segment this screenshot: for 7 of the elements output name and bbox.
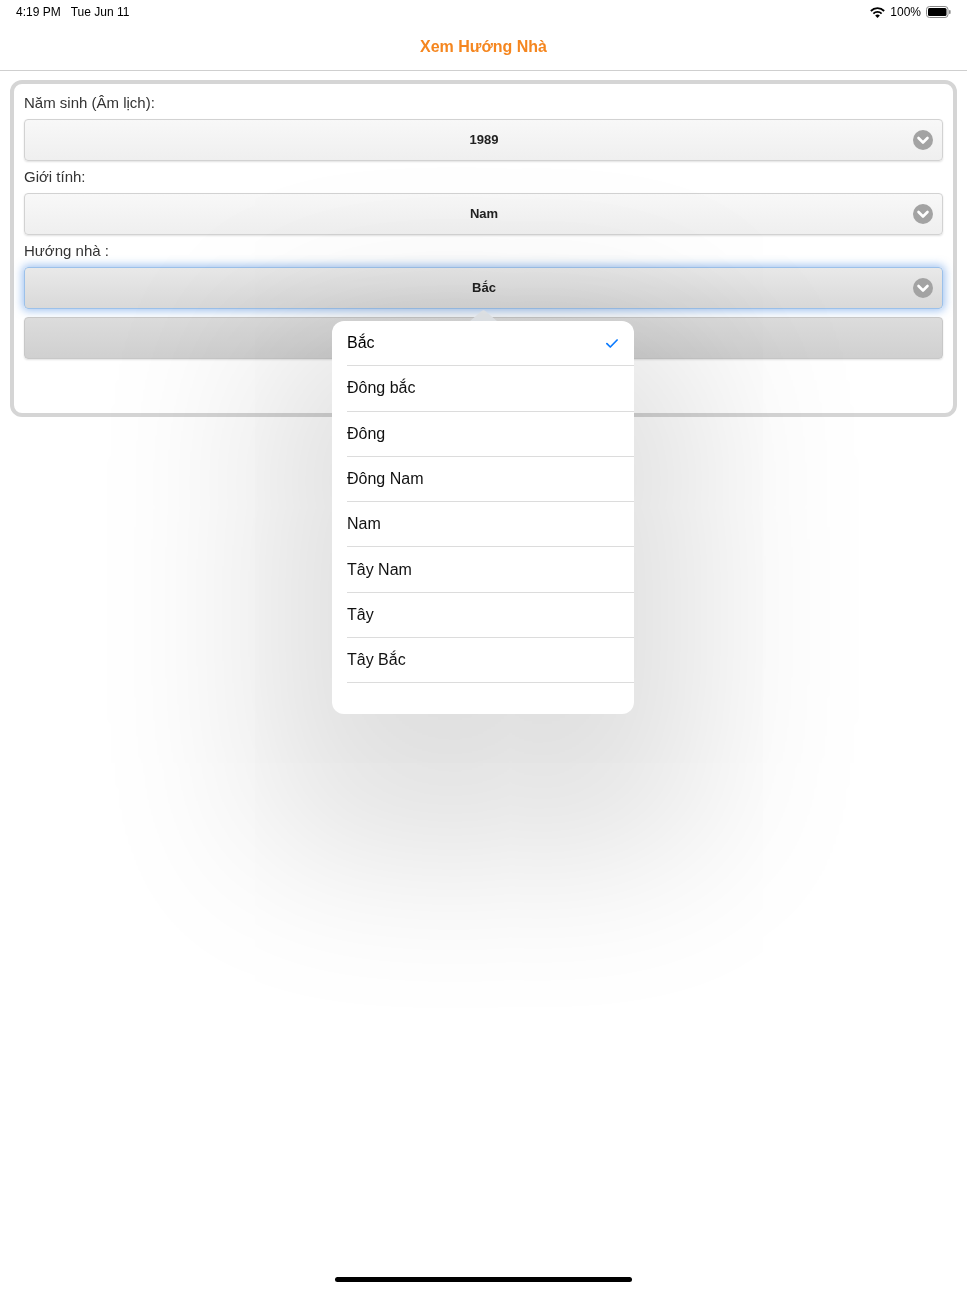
field-label: Năm sinh (Âm lịch):	[24, 92, 155, 113]
field-label: Hướng nhà :	[24, 240, 109, 261]
status-date: Tue Jun 11	[70, 4, 130, 21]
field-label: Giới tính:	[24, 166, 86, 187]
battery-percent: 100%	[890, 4, 921, 21]
nav-title: Xem Hướng Nhà	[420, 37, 547, 57]
status-time: 4:19 PM	[16, 4, 61, 21]
